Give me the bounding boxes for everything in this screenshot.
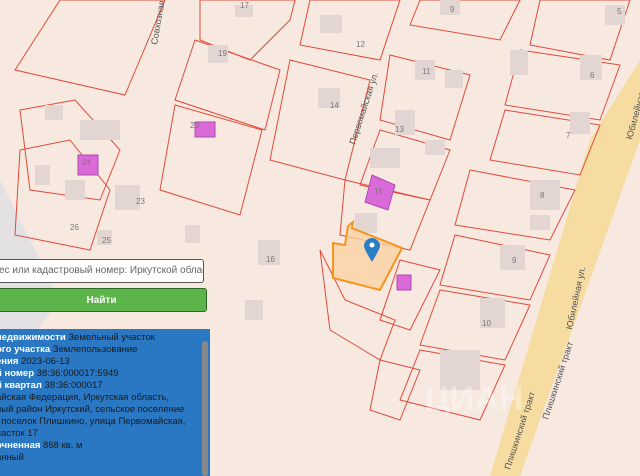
info-value: , поселок Плишкино, улица Первомайская, <box>0 416 186 427</box>
svg-text:16: 16 <box>266 255 275 264</box>
svg-text:12: 12 <box>356 40 365 49</box>
info-value: Землепользование <box>52 344 138 355</box>
svg-text:11: 11 <box>422 67 431 76</box>
info-value: анный <box>0 452 24 463</box>
svg-text:26: 26 <box>70 223 79 232</box>
info-value: айская Федерация, Иркутская область, <box>0 392 169 403</box>
svg-text:19: 19 <box>218 49 227 58</box>
info-value: 38:36:000017:5949 <box>36 368 119 379</box>
svg-text:10: 10 <box>482 319 491 328</box>
info-value: Земельный участок <box>68 332 155 343</box>
info-panel: недвижимости Земельный участок ого участк… <box>0 329 210 476</box>
svg-text:23: 23 <box>136 197 145 206</box>
info-row: айская Федерация, Иркутская область, <box>0 392 210 404</box>
svg-text:6: 6 <box>590 71 595 80</box>
search-input[interactable]: ес или кадастровый номер: Иркутской обла… <box>0 259 204 283</box>
svg-text:9: 9 <box>512 256 517 265</box>
info-row: , поселок Плишкино, улица Первомайская, <box>0 416 210 428</box>
info-label: ого участка <box>0 344 51 355</box>
find-button[interactable]: Найти <box>0 288 207 312</box>
info-row: недвижимости Земельный участок <box>0 332 210 344</box>
info-row: ный район Иркутский, сельское поселение <box>0 404 210 416</box>
svg-text:13: 13 <box>395 125 404 134</box>
svg-text:8: 8 <box>540 191 545 200</box>
svg-text:9: 9 <box>450 5 455 14</box>
info-row: й номер 38:36:000017:5949 <box>0 368 210 380</box>
svg-text:14: 14 <box>330 101 339 110</box>
info-label: очненная <box>0 440 41 451</box>
svg-text:5: 5 <box>617 7 622 16</box>
svg-text:20: 20 <box>190 121 199 130</box>
info-label: й номер <box>0 368 35 379</box>
info-label: недвижимости <box>0 332 66 343</box>
info-value: часток 17 <box>0 428 38 439</box>
info-row: ого участка Землепользование <box>0 344 210 356</box>
scrollbar[interactable] <box>202 341 208 476</box>
info-row: анный <box>0 452 210 464</box>
svg-text:25: 25 <box>102 236 111 245</box>
watermark: ЦИАН <box>425 380 524 418</box>
info-value: 38:36:000017 <box>44 380 103 391</box>
info-label: ения <box>0 356 19 367</box>
street-label: Совхозная ул. <box>149 0 169 45</box>
street-label: Первомайская ул. <box>347 71 380 146</box>
info-label: й квартал <box>0 380 42 391</box>
svg-text:7: 7 <box>566 131 571 140</box>
info-value: ный район Иркутский, сельское поселение <box>0 404 185 415</box>
info-value: 868 кв. м <box>43 440 83 451</box>
info-row: очненная 868 кв. м <box>0 440 210 452</box>
info-value: 2023-06-13 <box>21 356 70 367</box>
info-row: й квартал 38:36:000017 <box>0 380 210 392</box>
svg-text:15: 15 <box>374 187 383 196</box>
info-row: часток 17 <box>0 428 210 440</box>
svg-text:24: 24 <box>82 158 91 167</box>
svg-text:17: 17 <box>240 1 249 10</box>
info-row: ения 2023-06-13 <box>0 356 210 368</box>
